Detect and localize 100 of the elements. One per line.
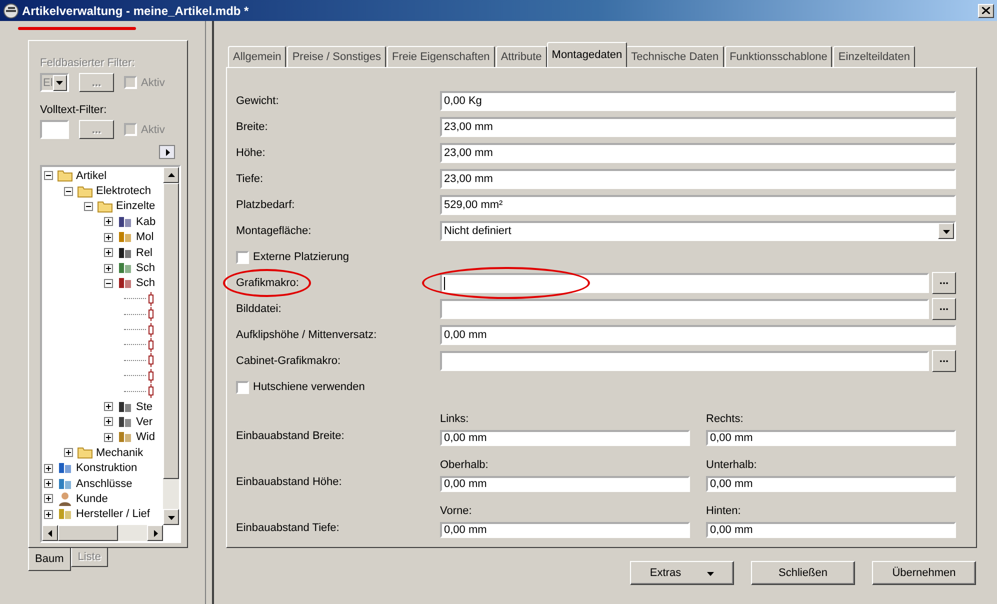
folder-icon [77,446,93,460]
text-field[interactable]: 23,00 mm [440,143,956,163]
dropdown-arrow-icon [942,228,950,234]
field-label: Höhe: [236,147,266,159]
horizontal-scrollbar[interactable] [42,525,163,541]
text-field[interactable] [440,273,929,293]
folder-icon [77,184,93,198]
person-icon [57,492,73,506]
checkbox[interactable] [236,380,249,394]
text-field[interactable]: 0,00 mm [440,325,956,345]
tree-item[interactable]: Kab [136,216,156,228]
expand-button[interactable] [159,145,175,159]
filter-field[interactable] [40,120,69,139]
expand-toggle[interactable] [64,448,73,458]
text-field[interactable]: 0,00 Kg [440,91,956,111]
checkbox-label: Aktiv [141,76,165,88]
expand-toggle[interactable] [44,479,53,488]
text-field[interactable]: 23,00 mm [440,169,956,189]
component-icon [117,400,133,414]
tab[interactable]: Freie Eigenschaften [386,46,495,67]
close-button[interactable] [978,4,994,18]
browse-button[interactable]: ... [932,298,956,320]
expand-toggle[interactable] [104,417,113,426]
field-label: Einbauabstand Breite: [236,429,346,444]
text-field[interactable]: 0,00 mm [706,430,956,446]
dropdown-arrow-icon [168,514,174,520]
splitter[interactable] [205,21,214,604]
text-field[interactable]: 0,00 mm [706,522,956,538]
dropdown-field[interactable]: Nicht definiert [440,221,956,241]
plus-icon [45,495,52,502]
expand-toggle[interactable] [64,186,73,196]
text-field[interactable] [440,351,929,371]
text-field[interactable]: 0,00 mm [706,476,956,492]
checkbox[interactable] [236,250,249,264]
tab[interactable]: Baum [28,548,71,571]
tab[interactable]: Preise / Sonstiges [287,46,386,67]
plus-icon [45,464,52,472]
plus-icon [105,434,112,441]
dialog-button[interactable]: Extras [630,561,734,585]
tree-item[interactable]: Sch [136,262,155,274]
tab[interactable]: Einzelteildaten [833,46,915,67]
component-icon [117,214,133,229]
close-icon [982,7,990,14]
tree-item[interactable]: Artikel [76,170,107,182]
left-arrow-icon [46,530,54,536]
plus-icon [105,403,112,410]
tree-item[interactable]: Ver [136,416,153,428]
browse-button[interactable]: ... [932,272,956,294]
component-icon [117,414,133,429]
text-field[interactable] [440,299,929,319]
checkbox-label: Hutschiene verwenden [253,381,365,393]
plus-icon [65,449,72,456]
text-field[interactable]: 23,00 mm [440,117,956,137]
tab[interactable]: Technische Daten [626,46,724,67]
component-icon [117,276,133,290]
expand-toggle[interactable] [104,232,113,242]
expand-toggle[interactable] [104,217,113,226]
checkbox-label: Aktiv [141,124,165,136]
tree-item[interactable]: Rel [136,246,153,259]
field-label: Breite: [236,121,269,133]
expand-toggle[interactable] [84,202,93,211]
browse-button[interactable]: ... [932,350,956,372]
field-label: Bilddatei: [236,303,282,315]
dropdown-arrow-icon [56,79,64,86]
right-arrow-icon [164,148,170,156]
expand-toggle[interactable] [104,278,113,288]
field-label: Vorne: [440,505,473,519]
expand-toggle[interactable] [44,510,53,519]
field-label: Hinten: [706,505,742,519]
expand-toggle[interactable] [44,171,53,180]
tree-item[interactable]: Anschlüsse [76,478,132,490]
tree-item[interactable]: Sch [136,277,155,290]
expand-toggle[interactable] [104,432,113,442]
text-field[interactable]: 0,00 mm [440,476,690,492]
tree-item[interactable]: Mol [136,231,154,244]
tree-item[interactable]: Elektrotech [96,185,152,198]
expand-toggle[interactable] [104,402,113,412]
tree-item[interactable]: Kunde [76,492,108,505]
text-field[interactable]: 529,00 mm² [440,195,956,215]
tab[interactable]: Funktionsschablone [724,46,832,67]
text-field[interactable]: 0,00 mm [440,430,690,446]
dialog-button[interactable]: Schließen [751,561,855,585]
tab[interactable]: Attribute [496,46,547,67]
expand-toggle[interactable] [104,248,113,258]
dialog-button[interactable]: Übernehmen [872,561,976,585]
tab[interactable]: Allgemein [228,46,286,67]
text-field[interactable]: 0,00 mm [440,522,690,538]
vertical-scrollbar[interactable] [163,167,179,525]
expand-toggle[interactable] [44,494,53,504]
tree-item[interactable]: Ste [136,400,153,413]
tree-item[interactable]: Konstruktion [76,462,138,474]
component-icon [57,507,73,522]
field-label: Unterhalb: [706,459,758,473]
tree-item[interactable]: Einzelte [116,200,156,212]
expand-toggle[interactable] [104,264,113,273]
tree-item[interactable]: Hersteller / Lief [76,508,150,520]
tree-item[interactable]: Mechanik [96,446,144,459]
tree-item[interactable]: Wid [136,431,155,444]
expand-toggle[interactable] [44,464,53,473]
tab[interactable]: Montagedaten [546,42,628,67]
